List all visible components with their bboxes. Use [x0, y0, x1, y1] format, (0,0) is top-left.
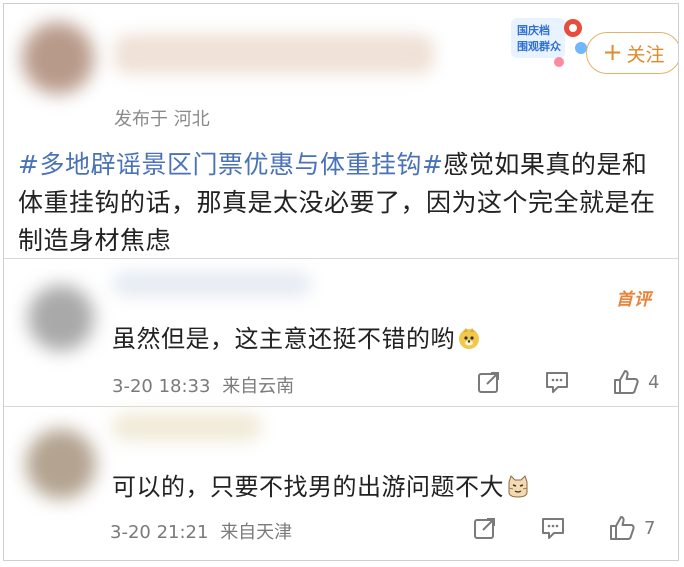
share-icon — [474, 518, 495, 539]
author-name-blurred[interactable] — [114, 34, 434, 74]
comment-time: 3-20 18:33 — [112, 376, 211, 397]
comment-button[interactable] — [540, 515, 566, 541]
post-location: 发布于 河北 — [114, 109, 210, 130]
follow-button[interactable]: + 关注 — [586, 32, 678, 74]
comment-icon — [542, 518, 564, 539]
svg-text:国庆档: 国庆档 — [517, 23, 550, 37]
comment-item: 可以的，只要不找男的出游问题不大 3-20 21:21 来自天津 7 — [4, 406, 678, 560]
comment-time: 3-20 21:21 — [110, 522, 209, 543]
comment-actions: 7 — [472, 514, 655, 542]
follow-label: 关注 — [626, 43, 665, 66]
comment-source: 来自云南 — [222, 376, 295, 397]
like-icon — [614, 370, 639, 394]
comment-icon — [546, 372, 568, 393]
comment-button[interactable] — [544, 369, 570, 395]
commenter-avatar[interactable] — [26, 429, 96, 499]
comment-actions: 4 — [476, 368, 659, 396]
comment-text: 虽然但是，这主意还挺不错的哟 — [112, 319, 481, 354]
comment-meta: 3-20 21:21 来自天津 — [110, 518, 292, 544]
commenter-name-blurred[interactable] — [112, 413, 262, 441]
commenter-name-blurred[interactable] — [112, 271, 312, 297]
weibo-post-card: 国庆档 围观群众 + 关注 发布于 河北 #多地辟谣景区门票优惠与体重挂钩#感觉… — [3, 3, 679, 561]
comment-source: 来自天津 — [220, 522, 293, 543]
author-avatar[interactable] — [22, 22, 94, 94]
share-button[interactable] — [472, 515, 498, 541]
share-button[interactable] — [476, 369, 502, 395]
like-count: 7 — [644, 517, 656, 539]
comment-item: 首评 虽然但是，这主意还挺不错的哟 3-20 18:33 来自云南 4 — [4, 258, 678, 403]
like-icon — [610, 516, 635, 540]
plus-icon: + — [602, 38, 623, 66]
first-comment-badge: 首评 — [616, 290, 652, 310]
post-content: #多地辟谣景区门票优惠与体重挂钩#感觉如果真的是和体重挂钩的话，那真是太没必要了… — [18, 146, 668, 260]
topic-hashtag-link[interactable]: #多地辟谣景区门票优惠与体重挂钩# — [18, 150, 443, 179]
post-panel: 国庆档 围观群众 + 关注 发布于 河北 #多地辟谣景区门票优惠与体重挂钩#感觉… — [4, 4, 678, 255]
comment-text: 可以的，只要不找男的出游问题不大 — [112, 467, 530, 502]
like-button[interactable]: 4 — [612, 368, 659, 396]
like-button[interactable]: 7 — [608, 514, 655, 542]
doge-emoji — [459, 328, 479, 349]
like-count: 4 — [648, 371, 660, 393]
cat-emoji — [508, 475, 528, 498]
commenter-avatar[interactable] — [28, 285, 94, 351]
svg-text:围观群众: 围观群众 — [517, 39, 562, 53]
comment-meta: 3-20 18:33 来自云南 — [112, 372, 294, 398]
national-day-badge: 国庆档 围观群众 — [509, 14, 589, 76]
share-icon — [478, 372, 499, 393]
